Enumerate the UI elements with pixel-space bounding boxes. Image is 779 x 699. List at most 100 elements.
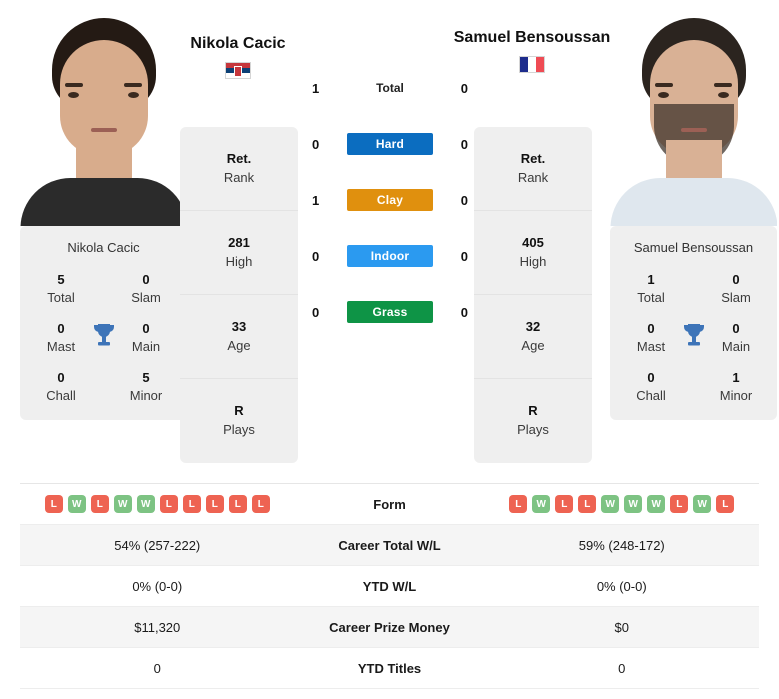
right-player-titles-card: Samuel Bensoussan 1 Total 0 Slam 0 Mast <box>610 226 777 421</box>
left-career-total-wl: 54% (257-222) <box>114 537 201 553</box>
table-row: 0 YTD Titles 0 <box>20 648 759 689</box>
left-stat-age: 33 Age <box>180 295 298 379</box>
row-label-career-total-wl: Career Total W/L <box>338 537 441 553</box>
right-stat-age: 32 Age <box>474 295 592 379</box>
left-stat-high: 281 High <box>180 211 298 295</box>
table-row: 0% (0-0) YTD W/L 0% (0-0) <box>20 566 759 607</box>
h2h-indoor-left: 0 <box>312 248 320 264</box>
form-badge-win[interactable]: W <box>67 495 86 513</box>
left-main-titles: 0 Main <box>131 321 161 354</box>
right-career-prize-money: $0 <box>614 619 629 635</box>
left-titles-row-3: 0 Chall 5 Minor <box>20 369 187 404</box>
form-badge-loss[interactable]: L <box>251 495 270 513</box>
right-career-total-wl: 59% (248-172) <box>578 537 665 553</box>
left-challenger-titles: 0 Chall <box>46 370 76 403</box>
right-stat-plays: R Plays <box>517 403 549 437</box>
h2h-total-label: Total <box>376 81 404 95</box>
h2h-clay-right: 0 <box>460 192 468 208</box>
table-row: 54% (257-222) Career Total W/L 59% (248-… <box>20 525 759 566</box>
surface-pill-indoor[interactable]: Indoor <box>347 245 433 267</box>
form-badge-loss[interactable]: L <box>205 495 224 513</box>
row-label-ytd-wl: YTD W/L <box>362 578 417 594</box>
right-player-stats-stack: Ret. Rank 405 High 32 Age R Plays <box>474 127 592 463</box>
left-total-titles: 5 Total <box>47 272 75 305</box>
comparison-header-area: Nikola Cacic 5 Total 0 Slam 0 Mast 0 Mai… <box>0 0 779 473</box>
right-form-badges: LWLLWWWLWL <box>485 495 760 513</box>
left-minor-titles: 5 Minor <box>129 370 163 403</box>
right-total-titles: 1 Total <box>637 272 665 305</box>
left-masters-titles: 0 Mast <box>46 321 76 354</box>
h2h-hard-right: 0 <box>460 136 468 152</box>
form-badge-loss[interactable]: L <box>159 495 178 513</box>
left-titles-row-1: 5 Total 0 Slam <box>20 271 187 306</box>
surface-pill-grass[interactable]: Grass <box>347 301 433 323</box>
right-main-titles: 0 Main <box>721 321 751 354</box>
trophy-icon <box>681 322 707 355</box>
form-badge-win[interactable]: W <box>693 495 712 513</box>
h2h-grass-left: 0 <box>312 304 320 320</box>
h2h-row-indoor: 0 Indoor 0 <box>300 228 480 284</box>
right-slam-titles: 0 Slam <box>721 272 751 305</box>
left-stat-rank: Ret. Rank <box>180 127 298 211</box>
left-slam-titles: 0 Slam <box>131 272 161 305</box>
row-label-form: Form <box>373 496 406 512</box>
h2h-row-total: 1 Total 0 <box>300 60 480 116</box>
form-badge-loss[interactable]: L <box>90 495 109 513</box>
form-badge-loss[interactable]: L <box>509 495 528 513</box>
form-badge-loss[interactable]: L <box>670 495 689 513</box>
table-row: LWLWWLLLLL Form LWLLWWWLWL <box>20 484 759 525</box>
left-form-badges: LWLWWLLLLL <box>20 495 295 513</box>
left-card-player-name: Nikola Cacic <box>67 240 140 255</box>
right-stat-high: 405 High <box>474 211 592 295</box>
form-badge-loss[interactable]: L <box>44 495 63 513</box>
left-ytd-titles: 0 <box>153 660 161 676</box>
form-badge-win[interactable]: W <box>624 495 643 513</box>
h2h-total-right: 0 <box>460 80 468 96</box>
form-badge-win[interactable]: W <box>647 495 666 513</box>
h2h-row-clay: 1 Clay 0 <box>300 172 480 228</box>
left-career-prize-money: $11,320 <box>134 619 181 635</box>
right-titles-row-2: 0 Mast 0 Main <box>610 320 777 355</box>
h2h-total-left: 1 <box>312 80 320 96</box>
form-badge-loss[interactable]: L <box>228 495 247 513</box>
right-challenger-titles: 0 Chall <box>636 370 666 403</box>
player-comparison-page: Nikola Cacic 5 Total 0 Slam 0 Mast 0 Mai… <box>0 0 779 699</box>
h2h-row-hard: 0 Hard 0 <box>300 116 480 172</box>
left-ytd-wl: 0% (0-0) <box>132 578 183 594</box>
right-titles-row-3: 0 Chall 1 Minor <box>610 369 777 404</box>
form-badge-win[interactable]: W <box>113 495 132 513</box>
right-player-column: Samuel Bensoussan 1 Total 0 Slam 0 Mast <box>610 0 777 421</box>
h2h-row-grass: 0 Grass 0 <box>300 284 480 340</box>
form-badge-loss[interactable]: L <box>578 495 597 513</box>
left-player-stats-stack: Ret. Rank 281 High 33 Age R Plays <box>180 127 298 463</box>
serbia-flag-icon <box>225 62 251 79</box>
left-player-titles-card: Nikola Cacic 5 Total 0 Slam 0 Mast 0 Mai… <box>20 226 187 421</box>
h2h-indoor-right: 0 <box>460 248 468 264</box>
right-ytd-wl: 0% (0-0) <box>596 578 647 594</box>
right-card-player-name: Samuel Bensoussan <box>633 240 754 255</box>
row-label-ytd-titles: YTD Titles <box>357 660 422 676</box>
trophy-icon <box>91 322 117 355</box>
left-titles-row-2: 0 Mast 0 Main <box>20 320 187 355</box>
right-stat-rank: Ret. Rank <box>474 127 592 211</box>
form-badge-loss[interactable]: L <box>716 495 735 513</box>
right-player-name: Samuel Bensoussan <box>453 29 611 46</box>
surface-pill-hard[interactable]: Hard <box>347 133 433 155</box>
row-label-career-prize-money: Career Prize Money <box>329 619 450 635</box>
head-to-head-surfaces: 1 Total 0 0 Hard 0 1 Clay 0 0 Indoor 0 0 <box>300 60 480 340</box>
h2h-hard-left: 0 <box>312 136 320 152</box>
right-minor-titles: 1 Minor <box>719 370 753 403</box>
left-stat-plays: R Plays <box>223 403 255 437</box>
h2h-grass-right: 0 <box>460 304 468 320</box>
comparison-stats-table: LWLWWLLLLL Form LWLLWWWLWL 54% (257-222)… <box>20 483 759 689</box>
form-badge-loss[interactable]: L <box>555 495 574 513</box>
france-flag-icon <box>519 56 545 73</box>
right-player-photo <box>610 0 777 226</box>
surface-pill-clay[interactable]: Clay <box>347 189 433 211</box>
form-badge-win[interactable]: W <box>532 495 551 513</box>
form-badge-win[interactable]: W <box>136 495 155 513</box>
form-badge-win[interactable]: W <box>601 495 620 513</box>
form-badge-loss[interactable]: L <box>182 495 201 513</box>
right-masters-titles: 0 Mast <box>636 321 666 354</box>
left-player-name: Nikola Cacic <box>190 35 286 52</box>
